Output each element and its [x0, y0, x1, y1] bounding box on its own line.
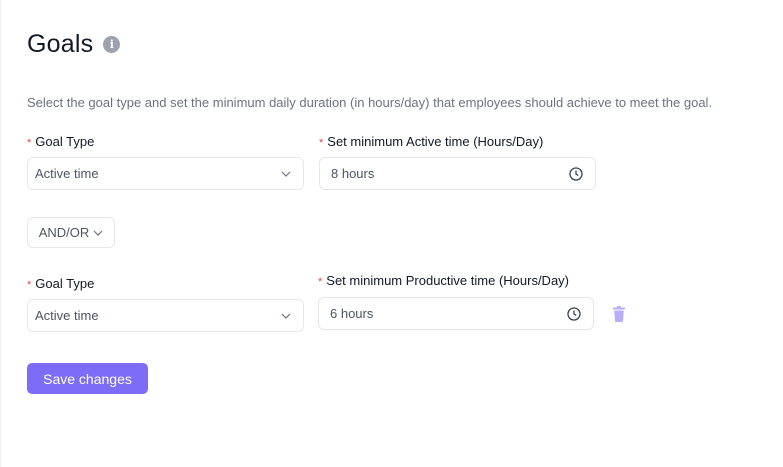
goal-1-time-input[interactable]: 8 hours	[319, 157, 596, 190]
goal-1-time-value: 8 hours	[331, 166, 375, 181]
chevron-down-icon	[93, 230, 103, 236]
goal-2-time-label: * Set minimum Productive time (Hours/Day)	[318, 273, 570, 288]
goal-2-time-input[interactable]: 6 hours	[318, 297, 594, 330]
title-row: Goals i	[27, 30, 121, 59]
required-mark: *	[319, 137, 324, 149]
and-or-label: AND/OR	[38, 225, 90, 240]
info-icon[interactable]: i	[103, 36, 121, 53]
page-title: Goals	[27, 30, 94, 58]
and-or-select[interactable]: AND/OR	[27, 217, 115, 248]
clock-icon[interactable]	[569, 166, 583, 181]
save-changes-button[interactable]: Save changes	[27, 363, 148, 394]
trash-icon[interactable]	[612, 306, 626, 322]
chevron-down-icon	[281, 171, 291, 177]
required-mark: *	[318, 276, 323, 288]
goal-2-type-value: Active time	[35, 308, 99, 323]
goal-1-time-label: * Set minimum Active time (Hours/Day)	[319, 134, 544, 149]
chevron-down-icon	[281, 313, 291, 319]
goal-1-type-select[interactable]: Active time	[27, 157, 304, 190]
page-description: Select the goal type and set the minimum…	[27, 95, 713, 110]
goal-1-type-label: * Goal Type	[27, 134, 95, 149]
goal-1-type-value: Active time	[35, 166, 99, 181]
required-mark: *	[27, 137, 32, 149]
goal-2-type-label: * Goal Type	[27, 276, 95, 291]
required-mark: *	[27, 279, 32, 291]
goal-2-type-select[interactable]: Active time	[27, 299, 304, 332]
clock-icon[interactable]	[567, 306, 581, 321]
goal-2-time-value: 6 hours	[330, 306, 374, 321]
goals-page: Goals i Select the goal type and set the…	[0, 0, 783, 467]
